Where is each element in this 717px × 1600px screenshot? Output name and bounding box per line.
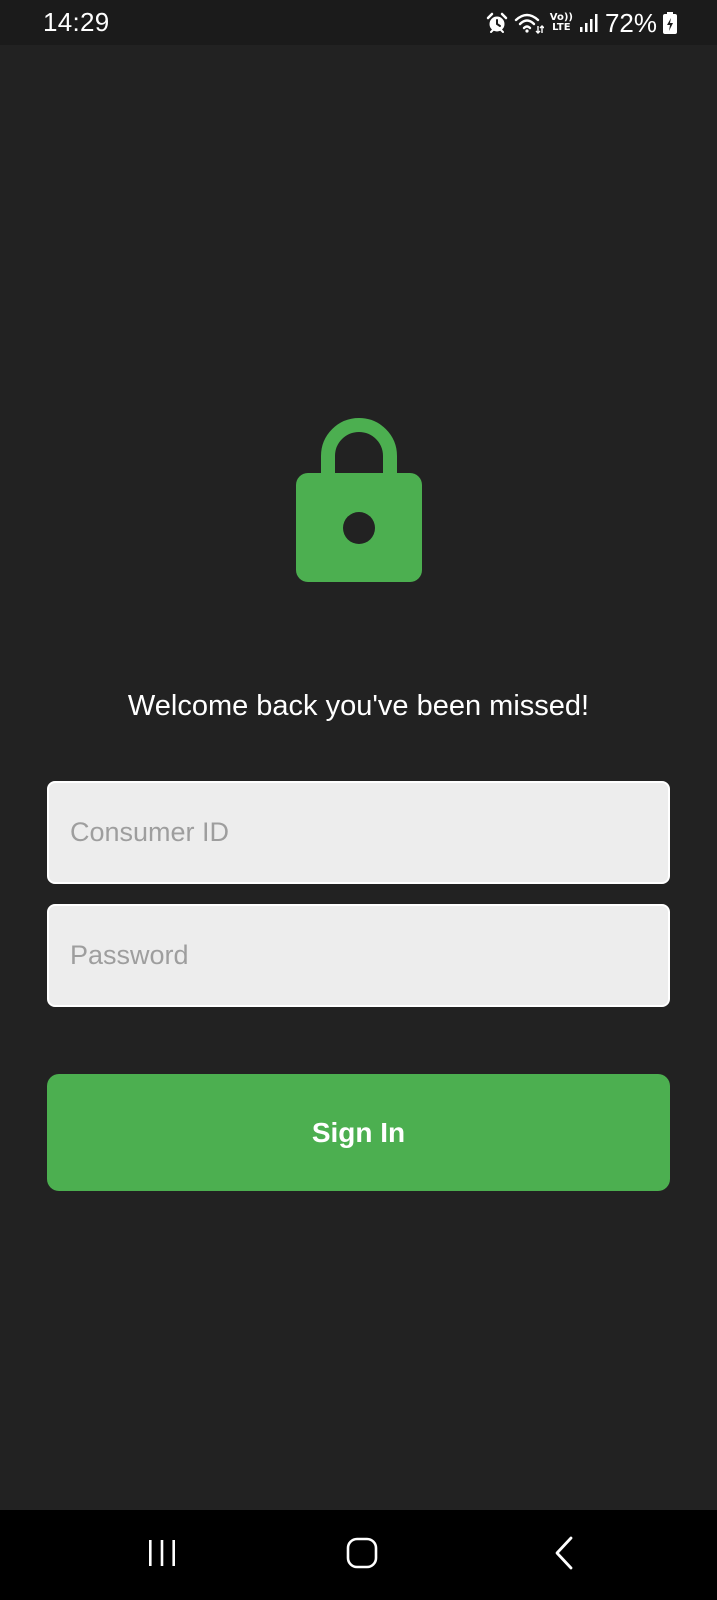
recents-icon [147,1538,177,1573]
battery-icon [663,12,677,34]
status-time: 14:29 [43,7,110,37]
alarm-icon [486,12,508,34]
consumer-id-input[interactable] [47,781,670,884]
home-icon [346,1537,378,1574]
navigation-bar [0,1510,717,1600]
wifi-icon [514,12,544,34]
home-button[interactable] [332,1530,392,1580]
back-icon [552,1536,576,1575]
volte-bottom-label: LTE [552,22,571,33]
welcome-message: Welcome back you've been missed! [127,690,590,722]
recents-button[interactable] [132,1530,192,1580]
sign-in-button[interactable]: Sign In [47,1074,670,1191]
signal-icon [579,13,599,33]
lock-icon [296,418,422,583]
status-bar: 14:29 Vo)) LTE 72% [0,0,717,45]
status-icons: Vo)) LTE 72% [480,7,677,39]
back-button[interactable] [534,1530,594,1580]
password-input[interactable] [47,904,670,1007]
volte-icon: Vo)) LTE [550,13,573,33]
battery-percent: 72% [604,7,657,38]
